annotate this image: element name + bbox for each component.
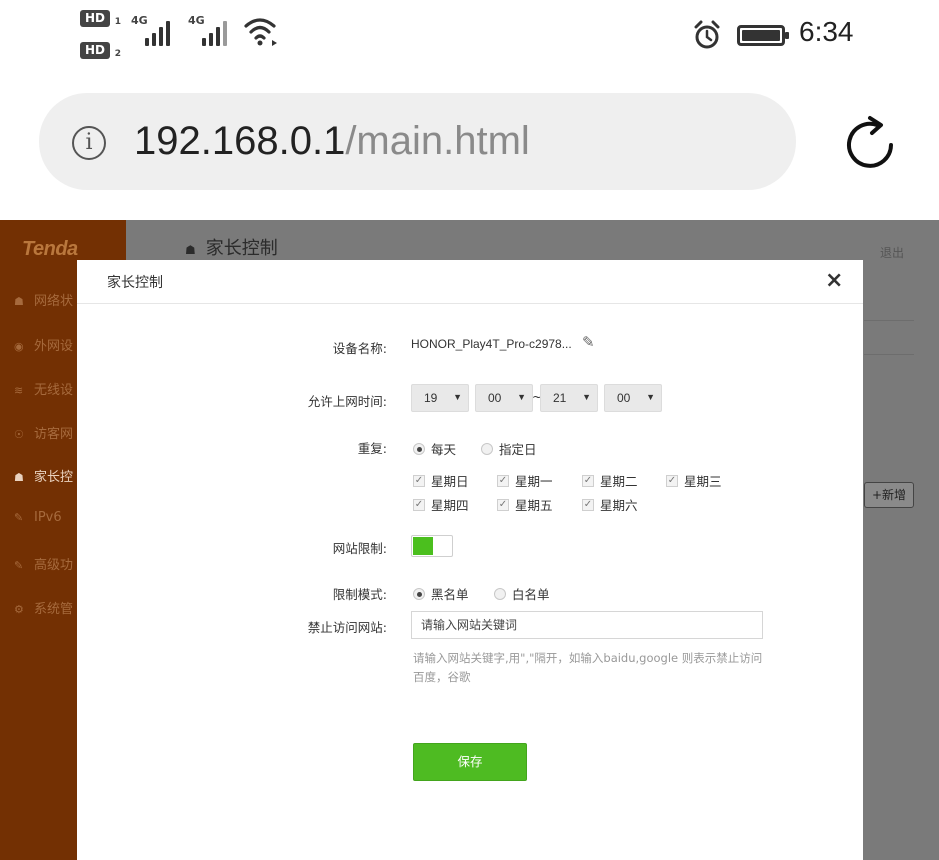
weekday-label-thursday: 星期四 bbox=[431, 498, 469, 513]
weekday-checkbox-tuesday[interactable]: ✓ bbox=[582, 475, 594, 487]
dropdown-arrow-icon: ▼ bbox=[646, 392, 655, 402]
divider bbox=[864, 354, 914, 355]
battery-icon bbox=[737, 25, 789, 46]
globe-icon: ◉ bbox=[14, 340, 24, 353]
add-rule-button[interactable]: +新增 bbox=[864, 482, 914, 508]
ipv6-icon: ✎ bbox=[14, 511, 24, 524]
weekday-checkbox-saturday[interactable]: ✓ bbox=[582, 499, 594, 511]
alarm-icon bbox=[694, 20, 720, 49]
sidebar-item-network-status[interactable]: ☗ 网络状 bbox=[14, 290, 73, 309]
sidebar-item-guest-network[interactable]: ☉ 访客网 bbox=[14, 423, 73, 442]
logout-link[interactable]: 退出 bbox=[880, 244, 904, 261]
edit-icon[interactable]: ✎ bbox=[582, 333, 595, 351]
allowed-time-label: 允许上网时间: bbox=[307, 394, 387, 409]
parental-control-dialog: 家长控制 × 设备名称: HONOR_Play4T_Pro-c2978... ✎… bbox=[77, 260, 863, 860]
repeat-everyday-radio[interactable] bbox=[413, 443, 425, 455]
wrench-icon: ✎ bbox=[14, 559, 24, 572]
end-hour-select[interactable]: 21 ▼ bbox=[540, 384, 598, 412]
blocked-sites-label: 禁止访问网站: bbox=[307, 620, 387, 635]
guest-icon: ☉ bbox=[14, 428, 24, 441]
weekday-label-tuesday: 星期二 bbox=[600, 474, 638, 489]
network-status-icon: ☗ bbox=[14, 295, 24, 308]
blacklist-label[interactable]: 黑名单 bbox=[431, 584, 469, 603]
sidebar-item-ipv6[interactable]: ✎ IPv6 bbox=[14, 510, 62, 525]
wifi-menu-icon: ≋ bbox=[14, 384, 24, 397]
weekday-label-saturday: 星期六 bbox=[600, 498, 638, 513]
close-icon[interactable]: × bbox=[825, 270, 843, 292]
weekday-label-wednesday: 星期三 bbox=[684, 474, 722, 489]
sidebar-item-wireless-settings[interactable]: ≋ 无线设 bbox=[14, 379, 73, 398]
weekday-label-friday: 星期五 bbox=[515, 498, 553, 513]
reload-icon[interactable] bbox=[839, 114, 901, 176]
weekday-checkbox-wednesday[interactable]: ✓ bbox=[666, 475, 678, 487]
repeat-specific-days-radio[interactable] bbox=[481, 443, 493, 455]
weekday-checkbox-sunday[interactable]: ✓ bbox=[413, 475, 425, 487]
dropdown-arrow-icon: ▼ bbox=[517, 392, 526, 402]
sidebar-item-wan-settings[interactable]: ◉ 外网设 bbox=[14, 335, 73, 354]
device-name-label: 设备名称: bbox=[332, 341, 387, 356]
page-title: ☗ 家长控制 bbox=[185, 238, 278, 259]
blacklist-radio[interactable] bbox=[413, 588, 425, 600]
weekday-checkbox-friday[interactable]: ✓ bbox=[497, 499, 509, 511]
hd-voice-icon-sim2: HD 2 bbox=[80, 42, 121, 59]
url-text[interactable]: 192.168.0.1/main.html bbox=[134, 119, 530, 164]
end-minute-select[interactable]: 00 ▼ bbox=[604, 384, 662, 412]
status-bar: HD 1 HD 2 4G 4G 6:34 bbox=[0, 0, 939, 75]
start-minute-select[interactable]: 00 ▼ bbox=[475, 384, 533, 412]
repeat-label: 重复: bbox=[357, 441, 387, 456]
weekday-label-monday: 星期一 bbox=[515, 474, 553, 489]
tenda-logo: Tenda bbox=[22, 238, 78, 260]
weekday-checkbox-monday[interactable]: ✓ bbox=[497, 475, 509, 487]
parental-control-title-icon: ☗ bbox=[185, 243, 196, 257]
wifi-icon bbox=[244, 18, 277, 46]
parental-control-icon: ☗ bbox=[14, 471, 24, 484]
whitelist-label[interactable]: 白名单 bbox=[512, 584, 550, 603]
start-hour-select[interactable]: 19 ▼ bbox=[411, 384, 469, 412]
site-limit-toggle[interactable] bbox=[411, 535, 453, 557]
dialog-header: 家长控制 × bbox=[77, 260, 863, 304]
dropdown-arrow-icon: ▼ bbox=[582, 392, 591, 402]
repeat-everyday-label[interactable]: 每天 bbox=[431, 439, 456, 458]
dialog-title: 家长控制 bbox=[107, 275, 163, 291]
keyword-hint-text: 请输入网站关键字,用","隔开，如输入baidu,google 则表示禁止访问百… bbox=[413, 651, 763, 684]
repeat-specific-days-label[interactable]: 指定日 bbox=[499, 439, 537, 458]
whitelist-radio[interactable] bbox=[494, 588, 506, 600]
sidebar-item-advanced[interactable]: ✎ 高级功 bbox=[14, 554, 73, 573]
status-time: 6:34 bbox=[799, 16, 854, 47]
dropdown-arrow-icon: ▼ bbox=[453, 392, 462, 402]
weekday-checkbox-thursday[interactable]: ✓ bbox=[413, 499, 425, 511]
website-keyword-input[interactable] bbox=[411, 611, 763, 639]
weekday-label-sunday: 星期日 bbox=[431, 474, 469, 489]
gear-icon: ⚙ bbox=[14, 603, 24, 616]
address-bar[interactable]: i 192.168.0.1/main.html bbox=[39, 93, 796, 190]
site-limit-label: 网站限制: bbox=[332, 541, 387, 556]
sidebar-item-system-management[interactable]: ⚙ 系统管 bbox=[14, 598, 73, 617]
limit-mode-label: 限制模式: bbox=[332, 587, 387, 602]
sidebar-item-parental-control[interactable]: ☗ 家长控 bbox=[14, 466, 73, 485]
router-admin-page: Tenda ☗ 网络状 ◉ 外网设 ≋ 无线设 ☉ 访客网 ☗ 家长控 ✎ IPv6 ✎ 高级… bbox=[0, 220, 939, 860]
device-name-value: HONOR_Play4T_Pro-c2978... bbox=[411, 337, 572, 351]
hd-voice-icon-sim1: HD 1 bbox=[80, 10, 121, 27]
divider bbox=[864, 320, 914, 321]
site-info-icon[interactable]: i bbox=[72, 126, 106, 160]
save-button[interactable]: 保存 bbox=[413, 743, 527, 781]
